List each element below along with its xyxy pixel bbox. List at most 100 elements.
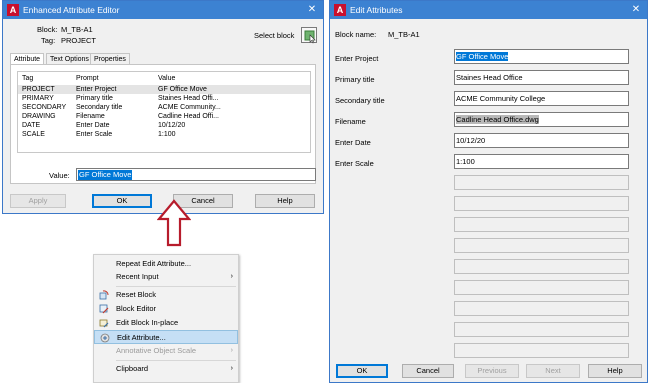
empty-field bbox=[454, 343, 629, 358]
attribute-list[interactable]: Tag Prompt Value PROJECT Enter Project G… bbox=[17, 71, 311, 153]
secondary-title-field[interactable]: ACME Community College bbox=[454, 91, 629, 106]
submenu-arrow-icon: › bbox=[230, 347, 233, 354]
row-prompt: Filename bbox=[76, 113, 105, 120]
menu-item-recent-input[interactable]: Recent Input › bbox=[94, 270, 238, 284]
empty-field bbox=[454, 280, 629, 295]
table-row[interactable]: PROJECT Enter Project GF Office Move bbox=[18, 85, 310, 94]
row-prompt: Secondary title bbox=[76, 104, 123, 111]
field-label: Enter Scale bbox=[335, 159, 374, 168]
submenu-arrow-icon: › bbox=[230, 273, 233, 280]
menu-item-edit-attribute[interactable]: Edit Attribute... bbox=[94, 330, 238, 344]
block-name-value: M_TB-A1 bbox=[388, 30, 420, 39]
red-arrow-icon bbox=[157, 199, 191, 247]
next-button[interactable]: Next bbox=[526, 364, 580, 378]
empty-field bbox=[454, 196, 629, 211]
field-label: Enter Project bbox=[335, 54, 379, 63]
menu-item-clipboard[interactable]: Clipboard › bbox=[94, 362, 238, 376]
row-value: 10/12/20 bbox=[158, 122, 186, 129]
menu-item-annotative-object-scale[interactable]: Annotative Object Scale › bbox=[94, 344, 238, 358]
primary-title-field[interactable]: Staines Head Office bbox=[454, 70, 629, 85]
reset-block-icon bbox=[99, 290, 109, 300]
field-value: 10/12/20 bbox=[456, 136, 486, 145]
row-prompt: Enter Project bbox=[76, 86, 117, 93]
table-row[interactable]: PRIMARY Primary title Staines Head Offi.… bbox=[18, 94, 310, 103]
menu-item-label: Annotative Object Scale bbox=[116, 346, 197, 355]
table-row[interactable]: DRAWING Filename Cadline Head Offi... bbox=[18, 112, 310, 121]
select-block-button[interactable] bbox=[301, 27, 317, 44]
row-tag: PRIMARY bbox=[22, 95, 54, 102]
field-label: Primary title bbox=[335, 75, 375, 84]
row-tag: PROJECT bbox=[22, 86, 55, 93]
row-prompt: Enter Scale bbox=[76, 131, 113, 138]
submenu-arrow-icon: › bbox=[230, 365, 233, 372]
menu-item-label: Reset Block bbox=[116, 290, 157, 299]
column-header-value[interactable]: Value bbox=[158, 74, 228, 83]
empty-field bbox=[454, 301, 629, 316]
menu-item-block-editor[interactable]: Block Editor bbox=[94, 302, 238, 316]
edit-attributes-window: A Edit Attributes ✕ Block name: M_TB-A1 … bbox=[329, 0, 648, 383]
menu-separator bbox=[116, 286, 236, 287]
ok-button[interactable]: OK bbox=[336, 364, 388, 378]
tag-value: PROJECT bbox=[61, 36, 97, 45]
table-row[interactable]: SCALE Enter Scale 1:100 bbox=[18, 130, 310, 139]
row-value: 1:100 bbox=[158, 131, 176, 138]
row-value: Staines Head Offi... bbox=[158, 95, 219, 102]
empty-field bbox=[454, 322, 629, 337]
value-label: Value: bbox=[49, 171, 70, 180]
enter-date-field[interactable]: 10/12/20 bbox=[454, 133, 629, 148]
menu-item-edit-block-in-place[interactable]: Edit Block In-place bbox=[94, 316, 238, 330]
title-bar[interactable]: A Edit Attributes ✕ bbox=[330, 1, 647, 19]
empty-field bbox=[454, 259, 629, 274]
menu-item-label: Clipboard bbox=[116, 364, 149, 373]
help-button[interactable]: Help bbox=[588, 364, 642, 378]
cancel-button[interactable]: Cancel bbox=[402, 364, 454, 378]
menu-item-label: Edit Attribute... bbox=[117, 333, 166, 342]
menu-item-reset-block[interactable]: Reset Block bbox=[94, 288, 238, 302]
table-row[interactable]: DATE Enter Date 10/12/20 bbox=[18, 121, 310, 130]
row-prompt: Primary title bbox=[76, 95, 113, 102]
column-header-prompt[interactable]: Prompt bbox=[76, 74, 158, 83]
help-button[interactable]: Help bbox=[255, 194, 315, 208]
menu-item-label: Block Editor bbox=[116, 304, 157, 313]
field-label: Filename bbox=[335, 117, 366, 126]
block-label: Block: bbox=[37, 25, 58, 34]
close-icon[interactable]: ✕ bbox=[305, 1, 319, 19]
field-value: Cadline Head Office.dwg bbox=[456, 115, 539, 124]
menu-item-repeat-edit-attribute[interactable]: Repeat Edit Attribute... bbox=[94, 257, 238, 271]
enhanced-attribute-editor-window: A Enhanced Attribute Editor ✕ Block: M_T… bbox=[2, 0, 324, 214]
apply-button[interactable]: Apply bbox=[10, 194, 66, 208]
row-tag: SCALE bbox=[22, 131, 45, 138]
row-tag: SECONDARY bbox=[22, 104, 67, 111]
select-block-icon bbox=[304, 30, 316, 44]
enter-project-field[interactable]: GF Office Move bbox=[454, 49, 629, 64]
menu-item-label: Recent Input bbox=[116, 272, 159, 281]
title-bar[interactable]: A Enhanced Attribute Editor ✕ bbox=[3, 1, 323, 19]
block-name-label: Block name: bbox=[335, 30, 377, 39]
empty-field bbox=[454, 175, 629, 190]
enter-scale-field[interactable]: 1:100 bbox=[454, 154, 629, 169]
field-label: Enter Date bbox=[335, 138, 371, 147]
autocad-app-icon: A bbox=[7, 4, 19, 16]
column-header-tag[interactable]: Tag bbox=[22, 74, 76, 83]
select-block-label: Select block bbox=[254, 31, 295, 40]
tag-label: Tag: bbox=[41, 36, 56, 45]
empty-field bbox=[454, 217, 629, 232]
field-value: ACME Community College bbox=[456, 94, 546, 103]
value-input[interactable]: GF Office Move bbox=[76, 168, 316, 181]
menu-item-label: Edit Block In-place bbox=[116, 318, 179, 327]
row-tag: DRAWING bbox=[22, 113, 56, 120]
ok-button[interactable]: OK bbox=[92, 194, 152, 208]
table-row[interactable]: SECONDARY Secondary title ACME Community… bbox=[18, 103, 310, 112]
value-text: GF Office Move bbox=[78, 170, 133, 180]
attribute-panel: Tag Prompt Value PROJECT Enter Project G… bbox=[10, 64, 316, 184]
context-menu: Repeat Edit Attribute... Recent Input › … bbox=[93, 254, 239, 383]
field-value: GF Office Move bbox=[456, 52, 509, 61]
filename-field[interactable]: Cadline Head Office.dwg bbox=[454, 112, 629, 127]
row-prompt: Enter Date bbox=[76, 122, 110, 129]
close-icon[interactable]: ✕ bbox=[629, 1, 643, 19]
menu-separator bbox=[116, 360, 236, 361]
field-label: Secondary title bbox=[335, 96, 385, 105]
previous-button[interactable]: Previous bbox=[465, 364, 519, 378]
row-tag: DATE bbox=[22, 122, 41, 129]
edit-block-in-place-icon bbox=[99, 319, 109, 328]
